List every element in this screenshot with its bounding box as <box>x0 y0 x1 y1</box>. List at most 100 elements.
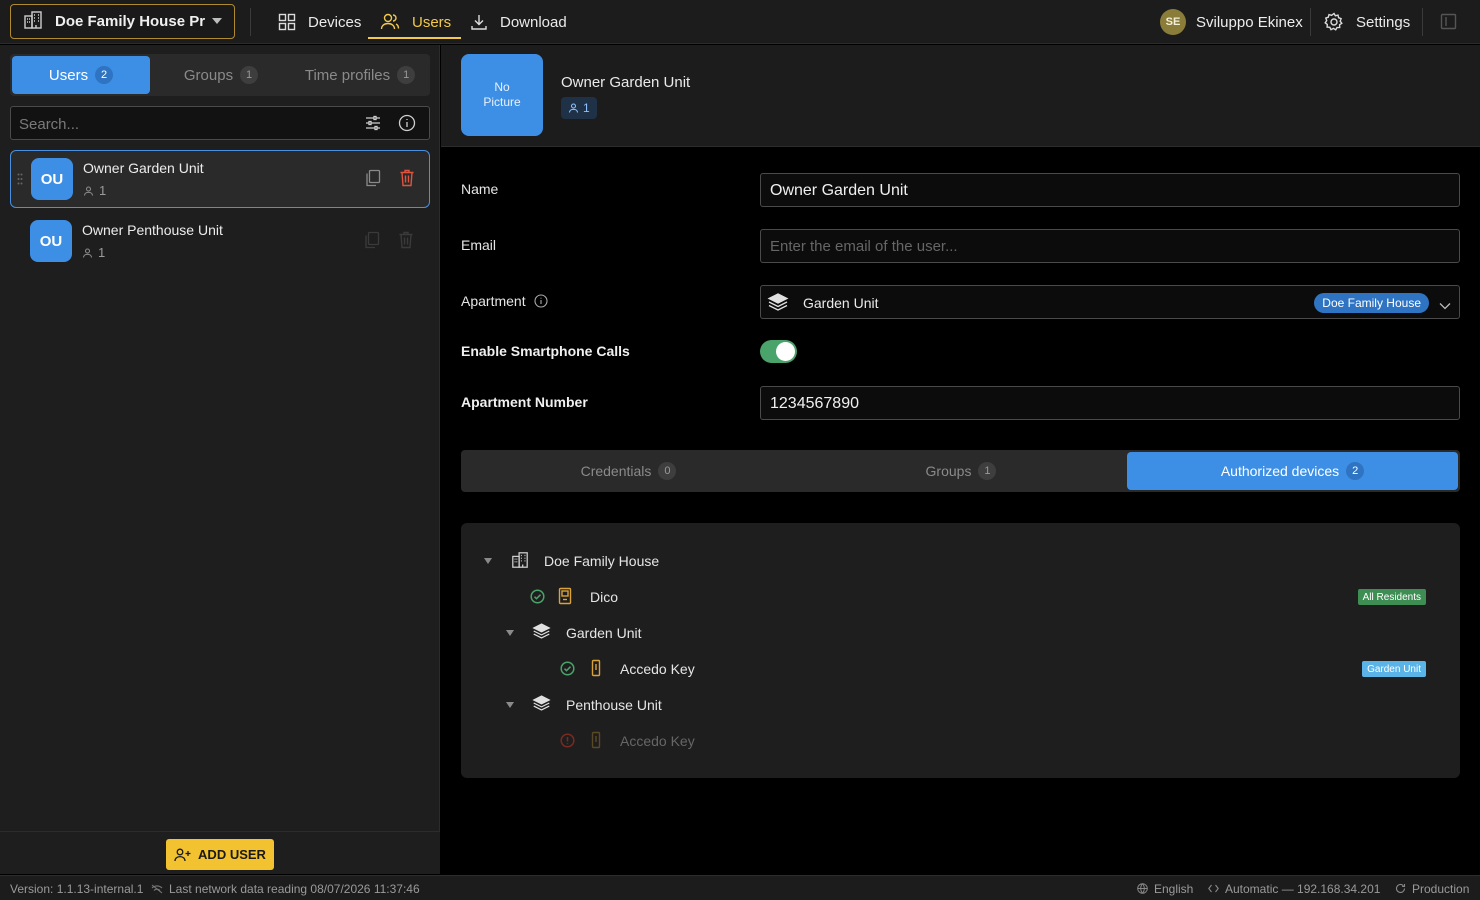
tree-node-device[interactable]: Accedo Key <box>620 730 695 752</box>
gear-icon <box>1324 12 1344 32</box>
filter-icon[interactable] <box>364 114 382 135</box>
tab-time-profiles-count: 1 <box>397 66 416 84</box>
tab-authorized-devices[interactable]: Authorized devices 2 <box>1127 452 1458 490</box>
nav-download[interactable]: Download <box>470 0 567 44</box>
search-input[interactable] <box>19 113 339 135</box>
user-list-item[interactable]: OU Owner Garden Unit 1 <box>10 150 430 208</box>
chevron-down-icon <box>212 18 222 24</box>
smartphone-calls-toggle[interactable] <box>760 340 797 363</box>
add-user-bar: ADD USER <box>0 831 440 874</box>
status-bar: Version: 1.1.13-internal.1 Last network … <box>0 875 1480 900</box>
authorized-devices-tree: Doe Family House Dico All Residents Gard… <box>461 523 1460 778</box>
tab-groups-count: 1 <box>240 66 259 84</box>
language-text: English <box>1154 881 1194 896</box>
intercom-icon <box>558 587 572 608</box>
project-selector[interactable]: Doe Family House Pro... <box>10 4 235 39</box>
apartment-number-field[interactable] <box>770 393 1430 415</box>
alert-circle-icon <box>560 733 575 751</box>
top-bar: Doe Family House Pro... Devices Users Do… <box>0 0 1480 44</box>
settings-label: Settings <box>1356 13 1411 31</box>
signal-icon <box>151 884 163 893</box>
person-icon <box>83 185 94 196</box>
refresh-icon <box>1395 883 1406 893</box>
info-icon[interactable] <box>534 294 548 308</box>
logout-icon[interactable] <box>1440 13 1457 33</box>
name-field[interactable] <box>770 180 1430 202</box>
tab-credentials[interactable]: Credentials 0 <box>463 452 794 490</box>
layers-icon <box>532 622 551 643</box>
globe-icon <box>1137 883 1148 894</box>
tab-users-label: Users <box>48 66 89 84</box>
collapse-icon[interactable] <box>484 558 492 564</box>
copy-icon[interactable] <box>364 231 380 252</box>
avatar[interactable]: SE <box>1160 9 1186 35</box>
add-user-button[interactable]: ADD USER <box>166 839 274 870</box>
trash-icon[interactable] <box>399 169 415 190</box>
nav-devices-label: Devices <box>308 13 362 31</box>
user-count-value: 1 <box>98 245 106 260</box>
user-count: 1 <box>83 183 106 198</box>
apartment-select[interactable]: Garden Unit Doe Family House <box>760 285 1460 319</box>
version-text: Version: 1.1.13-internal.1 <box>10 881 144 896</box>
user-detail-panel: NoPicture Owner Garden Unit 1 Name Email… <box>441 45 1480 874</box>
collapse-icon[interactable] <box>506 630 514 636</box>
toggle-knob <box>776 342 795 361</box>
profile-picture[interactable]: No Picture <box>461 54 543 136</box>
tree-node-building[interactable]: Doe Family House <box>544 550 659 572</box>
tab-groups[interactable]: Groups 1 <box>796 452 1126 490</box>
user-count-badge: 1 <box>561 97 597 119</box>
status-badge: Garden Unit <box>1362 661 1426 677</box>
email-label: Email <box>461 237 497 253</box>
detail-tabs: Credentials 0 Groups 1 Authorized device… <box>461 450 1460 492</box>
apartment-number-box <box>760 386 1460 420</box>
language-selector[interactable]: English <box>1137 876 1193 900</box>
tab-groups[interactable]: Groups 1 <box>152 56 290 94</box>
check-circle-icon <box>530 589 545 607</box>
tab-time-profiles-label: Time profiles <box>304 66 391 84</box>
copy-icon[interactable] <box>365 169 381 190</box>
tab-users[interactable]: Users 2 <box>12 56 150 94</box>
drag-handle-icon[interactable] <box>17 172 23 188</box>
divider <box>250 8 251 36</box>
tab-credentials-count: 0 <box>658 462 677 480</box>
divider <box>1310 8 1311 36</box>
nav-users[interactable]: Users <box>367 0 462 44</box>
tab-time-profiles[interactable]: Time profiles 1 <box>292 56 428 94</box>
tree-node-unit[interactable]: Garden Unit <box>566 622 641 644</box>
tab-authorized-devices-label: Authorized devices <box>1220 463 1340 479</box>
user-list-item[interactable]: OU Owner Penthouse Unit 1 <box>10 213 430 271</box>
collapse-icon[interactable] <box>506 702 514 708</box>
person-icon <box>568 103 579 113</box>
key-reader-icon <box>591 731 601 752</box>
user-name: Owner Penthouse Unit <box>82 222 223 238</box>
key-reader-icon <box>591 659 601 680</box>
tree-node-unit[interactable]: Penthouse Unit <box>566 694 662 716</box>
network-mode[interactable]: Automatic — 192.168.34.201 <box>1208 876 1380 900</box>
apartment-label: Apartment <box>461 293 526 309</box>
layers-icon <box>767 292 789 315</box>
nav-devices[interactable]: Devices <box>278 0 361 44</box>
nav-users-label: Users <box>412 13 452 31</box>
last-reading: Last network data reading 08/07/2026 11:… <box>151 876 420 900</box>
smartphone-calls-label: Enable Smartphone Calls <box>461 343 630 359</box>
environment[interactable]: Production <box>1395 876 1469 900</box>
page-title: Owner Garden Unit <box>561 74 691 91</box>
sidebar-tabs: Users 2 Groups 1 Time profiles 1 <box>10 54 430 96</box>
add-user-icon <box>174 848 191 861</box>
last-reading-text: Last network data reading 08/07/2026 11:… <box>169 881 420 896</box>
email-field[interactable] <box>770 236 1430 258</box>
building-icon <box>23 10 43 33</box>
settings-button[interactable]: Settings <box>1324 0 1410 44</box>
add-user-label: ADD USER <box>198 847 266 862</box>
tree-node-device[interactable]: Dico <box>590 586 618 608</box>
environment-text: Production <box>1412 881 1470 896</box>
no-picture-text: Picture <box>483 95 521 109</box>
current-user-name[interactable]: Sviluppo Ekinex <box>1196 0 1303 44</box>
info-icon[interactable] <box>398 114 416 135</box>
search-box <box>10 106 430 140</box>
tree-node-device[interactable]: Accedo Key <box>620 658 695 680</box>
trash-icon[interactable] <box>398 231 414 252</box>
tab-credentials-label: Credentials <box>580 463 652 479</box>
users-icon <box>380 13 400 31</box>
status-badge: Doe Family House <box>1314 293 1429 313</box>
